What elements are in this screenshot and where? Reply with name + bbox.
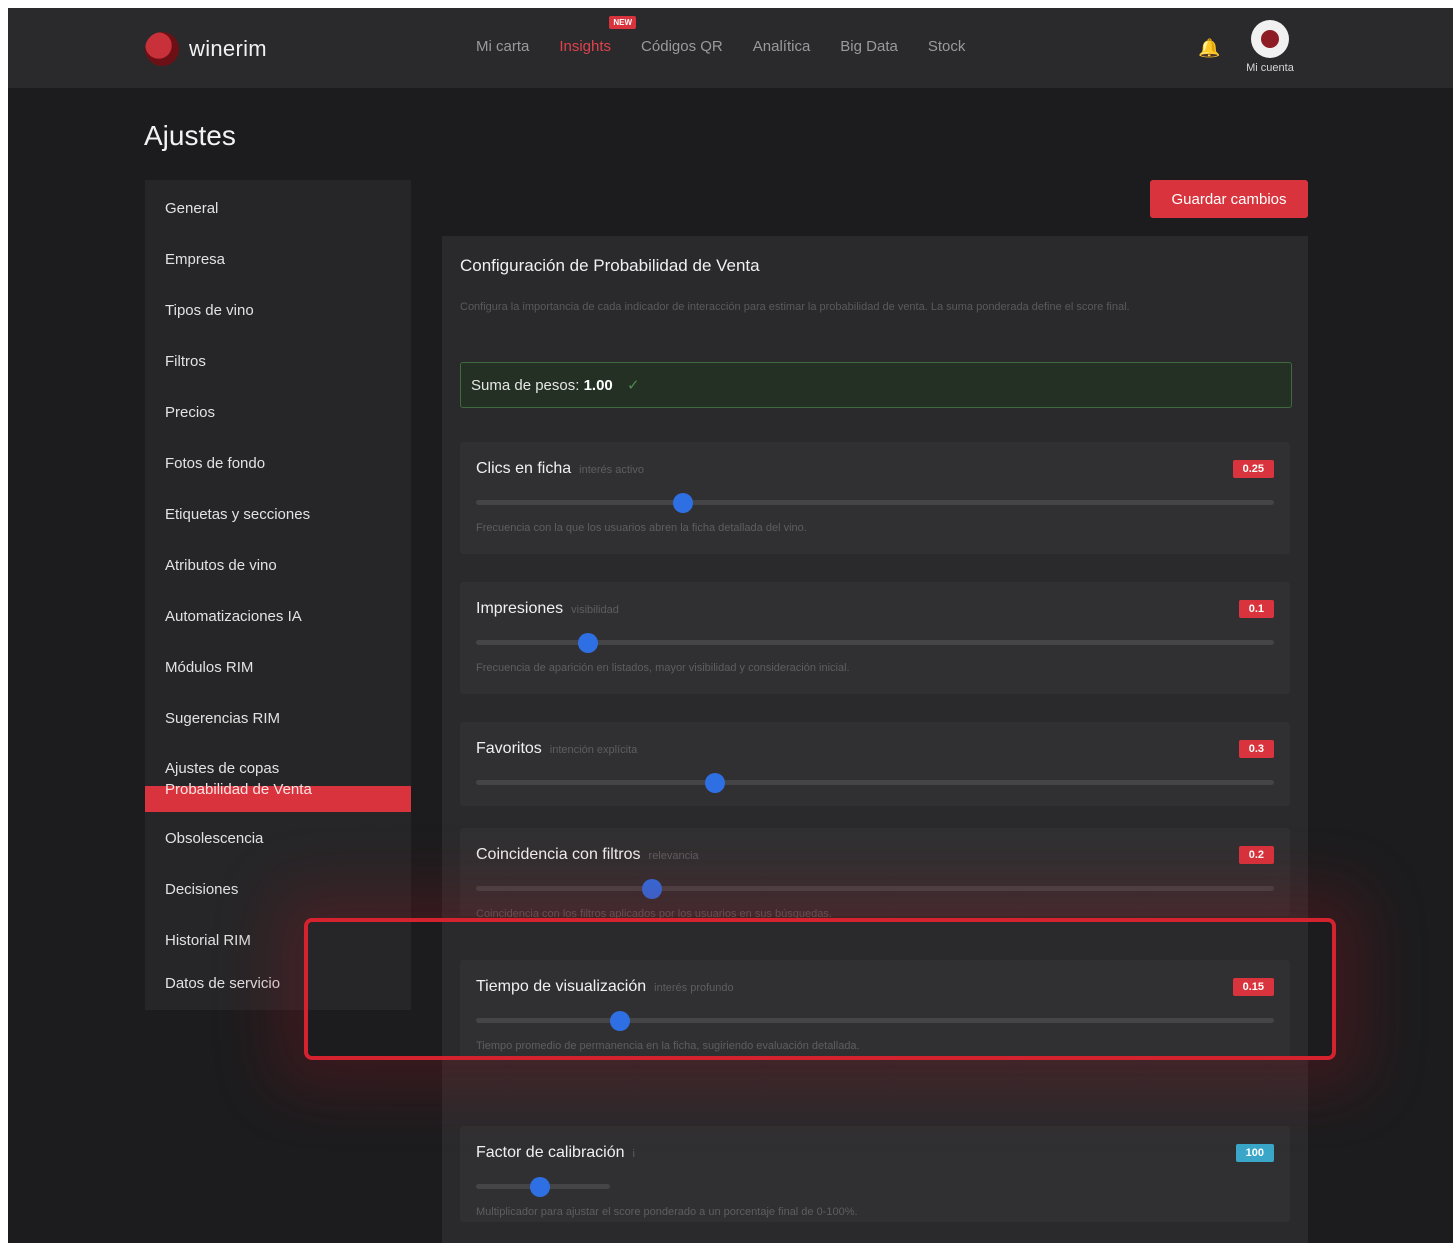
slider-thumb[interactable] bbox=[641, 879, 662, 899]
param-description: Multiplicador para ajustar el score pond… bbox=[476, 1206, 858, 1218]
weight-param: Clics en ficha interés activo 0.25 Frecuenc… bbox=[460, 442, 1290, 554]
check-icon: ✓ bbox=[626, 377, 640, 394]
param-hint: intención explícita bbox=[549, 744, 638, 756]
sidebar-item-active[interactable]: Probabilidad de Venta bbox=[145, 781, 411, 812]
weight-param: Coincidencia con filtros relevancia 0.2 Coi… bbox=[460, 828, 1290, 920]
param-slider[interactable] bbox=[476, 493, 1274, 513]
sidebar-item[interactable]: Fotos de fondo bbox=[165, 455, 265, 472]
param-label: Factor de calibración bbox=[476, 1144, 625, 1161]
param-description: Frecuencia con la que los usuarios abren… bbox=[476, 522, 807, 534]
sidebar-item[interactable]: Precios bbox=[165, 404, 215, 421]
sidebar-item[interactable]: Sugerencias RIM bbox=[165, 710, 280, 727]
sidebar-item[interactable]: Automatizaciones IA bbox=[165, 608, 302, 625]
param-value-badge: 0.25 bbox=[1232, 460, 1274, 478]
param-hint: i bbox=[632, 1148, 635, 1160]
param-label: Impresiones bbox=[476, 600, 564, 617]
settings-sidebar: Probabilidad de Venta General Empresa Tipo… bbox=[145, 180, 411, 1010]
nav-item-1[interactable]: Insights NEW bbox=[559, 16, 637, 55]
winerim-logo-icon bbox=[145, 32, 179, 66]
sum-value: 1.00 bbox=[583, 377, 613, 394]
nav-item-5[interactable]: Stock bbox=[928, 38, 966, 55]
weight-param: Factor de calibración i 100 Multiplicador p… bbox=[460, 1126, 1290, 1222]
slider-thumb[interactable] bbox=[577, 633, 598, 653]
param-hint: visibilidad bbox=[571, 604, 619, 616]
avatar[interactable] bbox=[1251, 20, 1289, 58]
param-value-badge: 0.3 bbox=[1238, 740, 1274, 758]
account-label: Mi cuenta bbox=[1246, 62, 1294, 74]
new-badge: NEW bbox=[609, 16, 637, 29]
brand[interactable]: winerim bbox=[145, 32, 267, 66]
sidebar-item[interactable]: Decisiones bbox=[165, 881, 238, 898]
param-hint: relevancia bbox=[648, 850, 699, 862]
param-value-badge: 100 bbox=[1235, 1144, 1274, 1162]
nav-item-3[interactable]: Analítica bbox=[753, 38, 811, 55]
settings-panel: Configuración de Probabilidad de Venta C… bbox=[442, 236, 1308, 1243]
sidebar-item[interactable]: General bbox=[165, 200, 218, 217]
main-nav: Mi carta Insights NEW Códigos QR Analítica Bi… bbox=[476, 16, 966, 55]
sum-label: Suma de pesos: bbox=[471, 377, 580, 394]
param-slider[interactable] bbox=[476, 879, 1274, 899]
slider-thumb[interactable] bbox=[673, 493, 694, 513]
panel-title: Configuración de Probabilidad de Venta bbox=[460, 256, 760, 275]
sidebar-item[interactable]: Módulos RIM bbox=[165, 659, 253, 676]
sidebar-item[interactable]: Empresa bbox=[165, 251, 225, 268]
param-label: Clics en ficha bbox=[476, 460, 572, 477]
nav-item-0[interactable]: Mi carta bbox=[476, 38, 529, 55]
weight-param: Favoritos intención explícita 0.3 bbox=[460, 722, 1290, 806]
top-bar: winerim Mi carta Insights NEW Códigos QR Ana… bbox=[8, 8, 1453, 88]
param-slider[interactable] bbox=[476, 633, 1274, 653]
sidebar-item[interactable]: Obsolescencia bbox=[165, 830, 263, 847]
account-menu[interactable]: Mi cuenta bbox=[1234, 20, 1306, 74]
slider-thumb[interactable] bbox=[705, 773, 726, 793]
brand-name: winerim bbox=[189, 36, 267, 61]
sidebar-item[interactable]: Etiquetas y secciones bbox=[165, 506, 310, 523]
param-name: Coincidencia con filtros relevancia bbox=[476, 846, 699, 864]
sidebar-item[interactable]: Ajustes de copas bbox=[165, 760, 279, 777]
sidebar-item[interactable]: Historial RIM bbox=[165, 932, 251, 949]
sidebar-item[interactable]: Filtros bbox=[165, 353, 206, 370]
page-title: Ajustes bbox=[144, 120, 236, 151]
param-label: Favoritos bbox=[476, 740, 542, 757]
param-label: Coincidencia con filtros bbox=[476, 846, 641, 863]
param-hint: interés activo bbox=[579, 464, 644, 476]
sidebar-item[interactable]: Datos de servicio bbox=[165, 975, 280, 992]
slider-thumb[interactable] bbox=[530, 1177, 551, 1197]
app-window: winerim Mi carta Insights NEW Códigos QR Ana… bbox=[8, 8, 1453, 1243]
nav-item-4[interactable]: Big Data bbox=[840, 38, 898, 55]
sidebar-item[interactable]: Tipos de vino bbox=[165, 302, 254, 319]
sidebar-item[interactable]: Atributos de vino bbox=[165, 557, 277, 574]
param-name: Factor de calibración i bbox=[476, 1144, 635, 1162]
save-button[interactable]: Guardar cambios bbox=[1150, 180, 1308, 218]
sidebar-item-active-label: Probabilidad de Venta bbox=[165, 781, 312, 798]
panel-description: Configura la importancia de cada indicad… bbox=[460, 301, 1130, 313]
notifications-bell-icon[interactable]: 🔔 bbox=[1198, 38, 1220, 59]
param-name: Impresiones visibilidad bbox=[476, 600, 619, 618]
param-slider[interactable] bbox=[476, 773, 1274, 793]
avatar-logo-icon bbox=[1261, 30, 1279, 48]
highlight-annotation bbox=[304, 918, 1336, 1060]
param-description: Frecuencia de aparición en listados, may… bbox=[476, 662, 850, 674]
param-slider[interactable] bbox=[476, 1177, 610, 1197]
weight-param: Impresiones visibilidad 0.1 Frecuencia de a… bbox=[460, 582, 1290, 694]
nav-item-2[interactable]: Códigos QR bbox=[641, 38, 723, 55]
param-value-badge: 0.1 bbox=[1238, 600, 1274, 618]
weights-sum-box: Suma de pesos: 1.00 ✓ bbox=[460, 362, 1292, 408]
param-name: Clics en ficha interés activo bbox=[476, 460, 644, 478]
param-name: Favoritos intención explícita bbox=[476, 740, 637, 758]
param-value-badge: 0.2 bbox=[1238, 846, 1274, 864]
